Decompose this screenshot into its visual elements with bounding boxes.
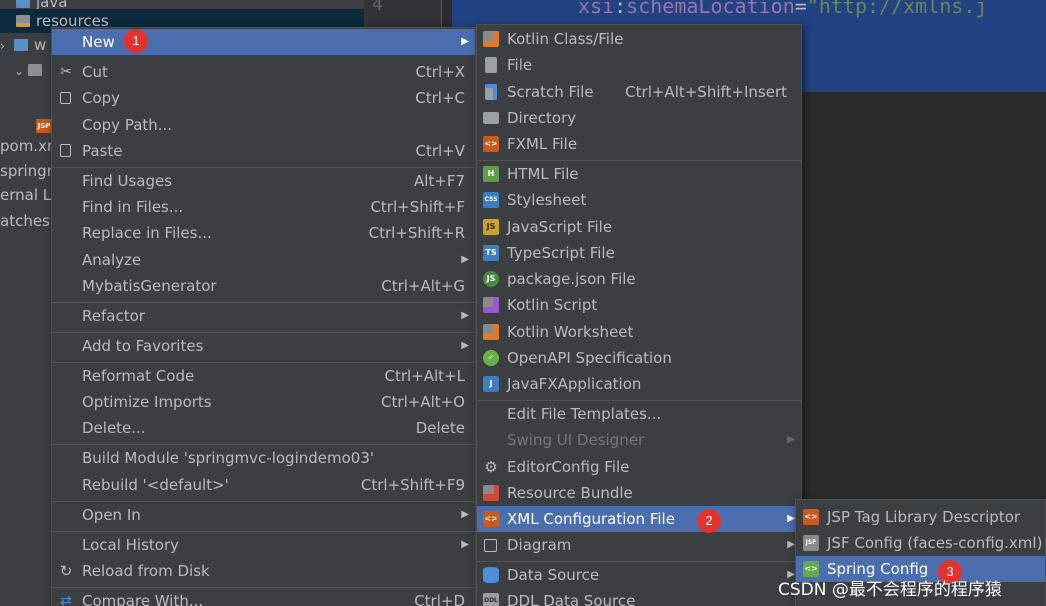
watermark: CSDN @最不会程序的程序猿 [778,580,1002,600]
menu-item-build-module[interactable]: Build Module 'springmvc-logindemo03' [52,445,475,471]
compare-icon: ⇄ [60,593,72,606]
menu-item-file[interactable]: File [477,52,801,78]
menu-item-html-file[interactable]: H HTML File [477,161,801,187]
menu-item-open-in[interactable]: Open In ▶ [52,502,475,528]
scissors-icon: ✂ [60,64,72,80]
jsf-file-icon: JSF [803,535,819,551]
submenu-arrow-icon: ▶ [461,36,469,47]
submenu-arrow-icon: ▶ [787,539,795,550]
resource-bundle-icon [483,485,499,501]
menu-item-analyze[interactable]: Analyze ▶ [52,247,475,273]
menu-item-cut[interactable]: ✂ Cut Ctrl+X [52,59,475,85]
scratch-file-icon [485,84,497,100]
typescript-file-icon: TS [483,245,499,261]
menu-item-javafx-application[interactable]: J JavaFXApplication [477,371,801,397]
module-folder-icon [14,39,28,51]
resources-folder-icon [16,15,30,27]
context-menu: New ▶ ✂ Cut Ctrl+X Copy Ctrl+C Copy Path...… [51,27,476,606]
html-file-icon: H [483,166,499,182]
css-file-icon: CSS [483,192,499,208]
menu-item-refactor[interactable]: Refactor ▶ [52,303,475,329]
menu-item-copy[interactable]: Copy Ctrl+C [52,85,475,111]
file-icon [485,57,497,73]
menu-item-compare-with[interactable]: ⇄ Compare With... Ctrl+D [52,588,475,606]
new-submenu: Kotlin Class/File File Scratch File Ctrl+… [476,24,802,606]
menu-item-directory[interactable]: Directory [477,105,801,131]
kotlin-worksheet-icon [483,324,499,340]
fxml-file-icon: <> [483,136,499,152]
menu-item-kotlin-script[interactable]: Kotlin Script [477,292,801,318]
database-icon [483,567,499,583]
submenu-arrow-icon: ▶ [461,340,469,351]
folder-icon [16,0,30,8]
menu-item-add-to-favorites[interactable]: Add to Favorites ▶ [52,333,475,359]
menu-item-resource-bundle[interactable]: Resource Bundle [477,480,801,506]
chevron-right-icon: › [0,39,5,53]
kotlin-file-icon [483,31,499,47]
gear-icon: ⚙ [484,458,498,476]
tree-item-subfolder[interactable]: ⌄ [14,58,48,82]
menu-item-kotlin-worksheet[interactable]: Kotlin Worksheet [477,319,801,345]
menu-item-find-in-files[interactable]: Find in Files... Ctrl+Shift+F [52,194,475,220]
chevron-down-icon: ⌄ [14,64,25,78]
step-badge-2: 2 [697,509,721,533]
menu-item-reformat-code[interactable]: Reformat Code Ctrl+Alt+L [52,363,475,389]
menu-item-stylesheet[interactable]: CSS Stylesheet [477,187,801,213]
menu-item-editorconfig-file[interactable]: ⚙ EditorConfig File [477,454,801,480]
menu-item-package-json[interactable]: JS package.json File [477,266,801,292]
menu-item-delete[interactable]: Delete... Delete [52,415,475,441]
menu-item-edit-file-templates[interactable]: Edit File Templates... [477,401,801,427]
nodejs-icon: JS [483,271,499,287]
javafx-file-icon: J [483,376,499,392]
openapi-icon: ✓ [483,350,499,366]
submenu-arrow-icon: ▶ [461,310,469,321]
menu-item-optimize-imports[interactable]: Optimize Imports Ctrl+Alt+O [52,389,475,415]
paste-icon [60,144,71,157]
menu-item-diagram[interactable]: Diagram ▶ [477,532,801,558]
menu-item-find-usages[interactable]: Find Usages Alt+F7 [52,168,475,194]
menu-item-reload-from-disk[interactable]: ↻ Reload from Disk [52,558,475,584]
menu-item-scratch-file[interactable]: Scratch File Ctrl+Alt+Shift+Insert [477,79,801,105]
step-badge-1: 1 [124,29,148,53]
jsp-file-icon: JSP [36,119,52,133]
submenu-arrow-icon: ▶ [787,434,795,445]
menu-item-mybatis-generator[interactable]: MybatisGenerator Ctrl+Alt+G [52,273,475,299]
submenu-arrow-icon: ▶ [461,254,469,265]
menu-item-jsf-config[interactable]: JSF JSF Config (faces-config.xml) [796,530,1045,556]
submenu-arrow-icon: ▶ [461,539,469,550]
menu-item-copy-path[interactable]: Copy Path... [52,112,475,138]
menu-item-data-source[interactable]: Data Source ▶ [477,562,801,588]
javascript-file-icon: JS [483,219,499,235]
menu-item-javascript-file[interactable]: JS JavaScript File [477,214,801,240]
tld-file-icon: <> [803,509,819,525]
folder-icon [28,64,42,76]
tree-item-webapp[interactable]: › w [0,33,46,57]
diagram-icon [484,539,497,552]
menu-item-local-history[interactable]: Local History ▶ [52,532,475,558]
submenu-arrow-icon: ▶ [461,509,469,520]
menu-item-paste[interactable]: Paste Ctrl+V [52,138,475,164]
xml-file-icon: <> [483,511,499,527]
menu-item-rebuild[interactable]: Rebuild '<default>' Ctrl+Shift+F9 [52,472,475,498]
menu-item-openapi[interactable]: ✓ OpenAPI Specification [477,345,801,371]
kotlin-script-icon [483,297,499,313]
copy-icon [60,92,71,104]
submenu-arrow-icon: ▶ [787,513,795,524]
menu-item-xml-configuration-file[interactable]: <> XML Configuration File ▶ [477,506,801,532]
menu-item-typescript-file[interactable]: TS TypeScript File [477,240,801,266]
folder-icon [483,112,499,124]
menu-item-jsp-tag-library[interactable]: <> JSP Tag Library Descriptor [796,504,1045,530]
menu-item-ddl-data-source[interactable]: DDL DDL Data Source [477,588,801,606]
menu-item-kotlin-class[interactable]: Kotlin Class/File [477,26,801,52]
menu-item-replace-in-files[interactable]: Replace in Files... Ctrl+Shift+R [52,220,475,246]
line-number: 4 [372,0,383,15]
menu-item-fxml-file[interactable]: <> FXML File [477,131,801,157]
menu-item-swing-ui-designer: Swing UI Designer ▶ [477,427,801,453]
editor-code-line: xsi:schemaLocation="http://xmlns.j [578,0,988,18]
menu-item-new[interactable]: New ▶ [52,29,475,55]
reload-icon: ↻ [59,562,73,580]
ddl-icon: DDL [483,593,499,606]
